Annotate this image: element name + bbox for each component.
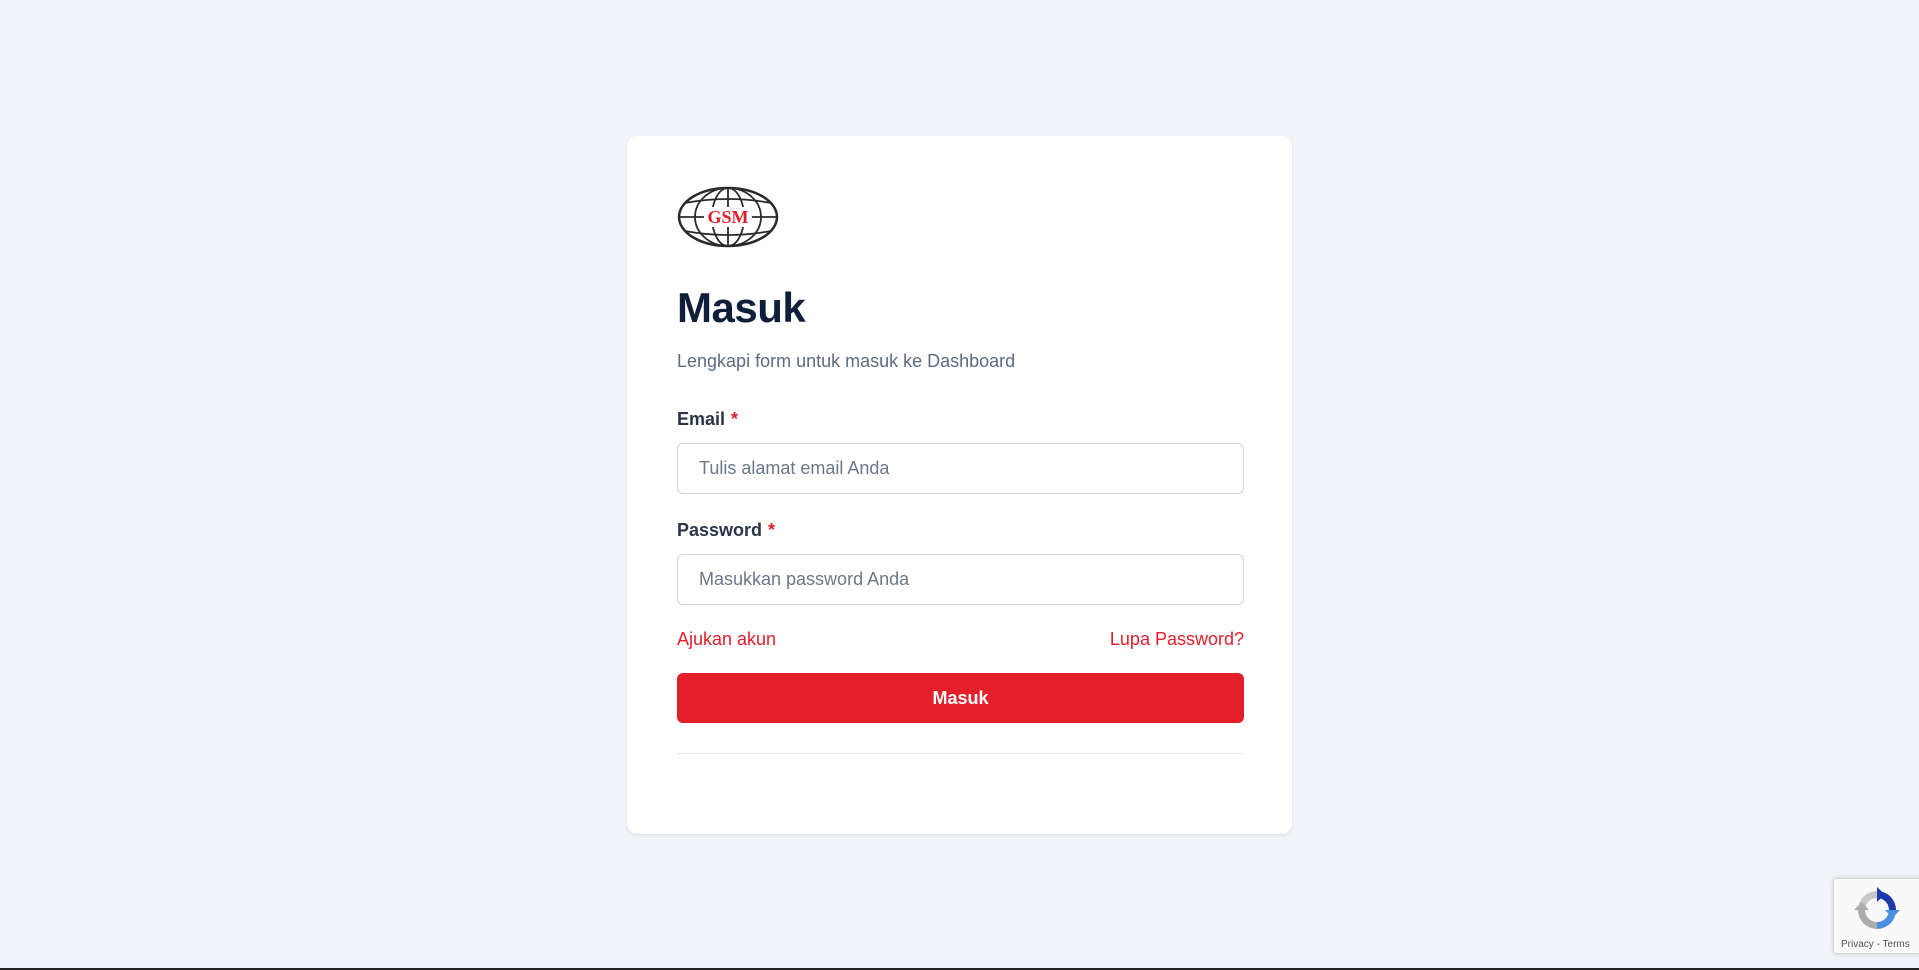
password-label-text: Password <box>677 520 763 540</box>
recaptcha-links: Privacy - Terms <box>1834 939 1919 951</box>
login-submit-button[interactable]: Masuk <box>677 673 1244 723</box>
recaptcha-separator: - <box>1876 939 1880 950</box>
recaptcha-badge[interactable]: Privacy - Terms <box>1833 878 1919 954</box>
password-label: Password * <box>677 518 1242 542</box>
globe-logo-icon: GSM <box>677 186 779 248</box>
page-subtitle: Lengkapi form untuk masuk ke Dashboard <box>677 351 1016 371</box>
auth-links-row: Ajukan akun Lupa Password? <box>677 627 1244 651</box>
email-label: Email * <box>677 407 1242 431</box>
register-account-link[interactable]: Ajukan akun <box>677 627 776 651</box>
login-page: GSM Masuk Lengkapi form untuk masuk ke D… <box>0 0 1919 970</box>
password-input[interactable] <box>677 554 1244 605</box>
company-logo: GSM <box>677 186 779 248</box>
card-divider <box>677 753 1244 754</box>
email-label-text: Email <box>677 409 726 429</box>
forgot-password-link[interactable]: Lupa Password? <box>1110 627 1244 651</box>
password-required-mark: * <box>768 520 776 540</box>
recaptcha-terms-link[interactable]: Terms <box>1883 939 1910 950</box>
login-card: GSM Masuk Lengkapi form untuk masuk ke D… <box>627 136 1292 834</box>
email-required-mark: * <box>731 409 739 429</box>
logo-text: GSM <box>707 207 748 227</box>
recaptcha-privacy-link[interactable]: Privacy <box>1841 939 1874 950</box>
recaptcha-icon <box>1854 887 1900 929</box>
email-input[interactable] <box>677 443 1244 494</box>
page-title: Masuk <box>677 284 806 331</box>
